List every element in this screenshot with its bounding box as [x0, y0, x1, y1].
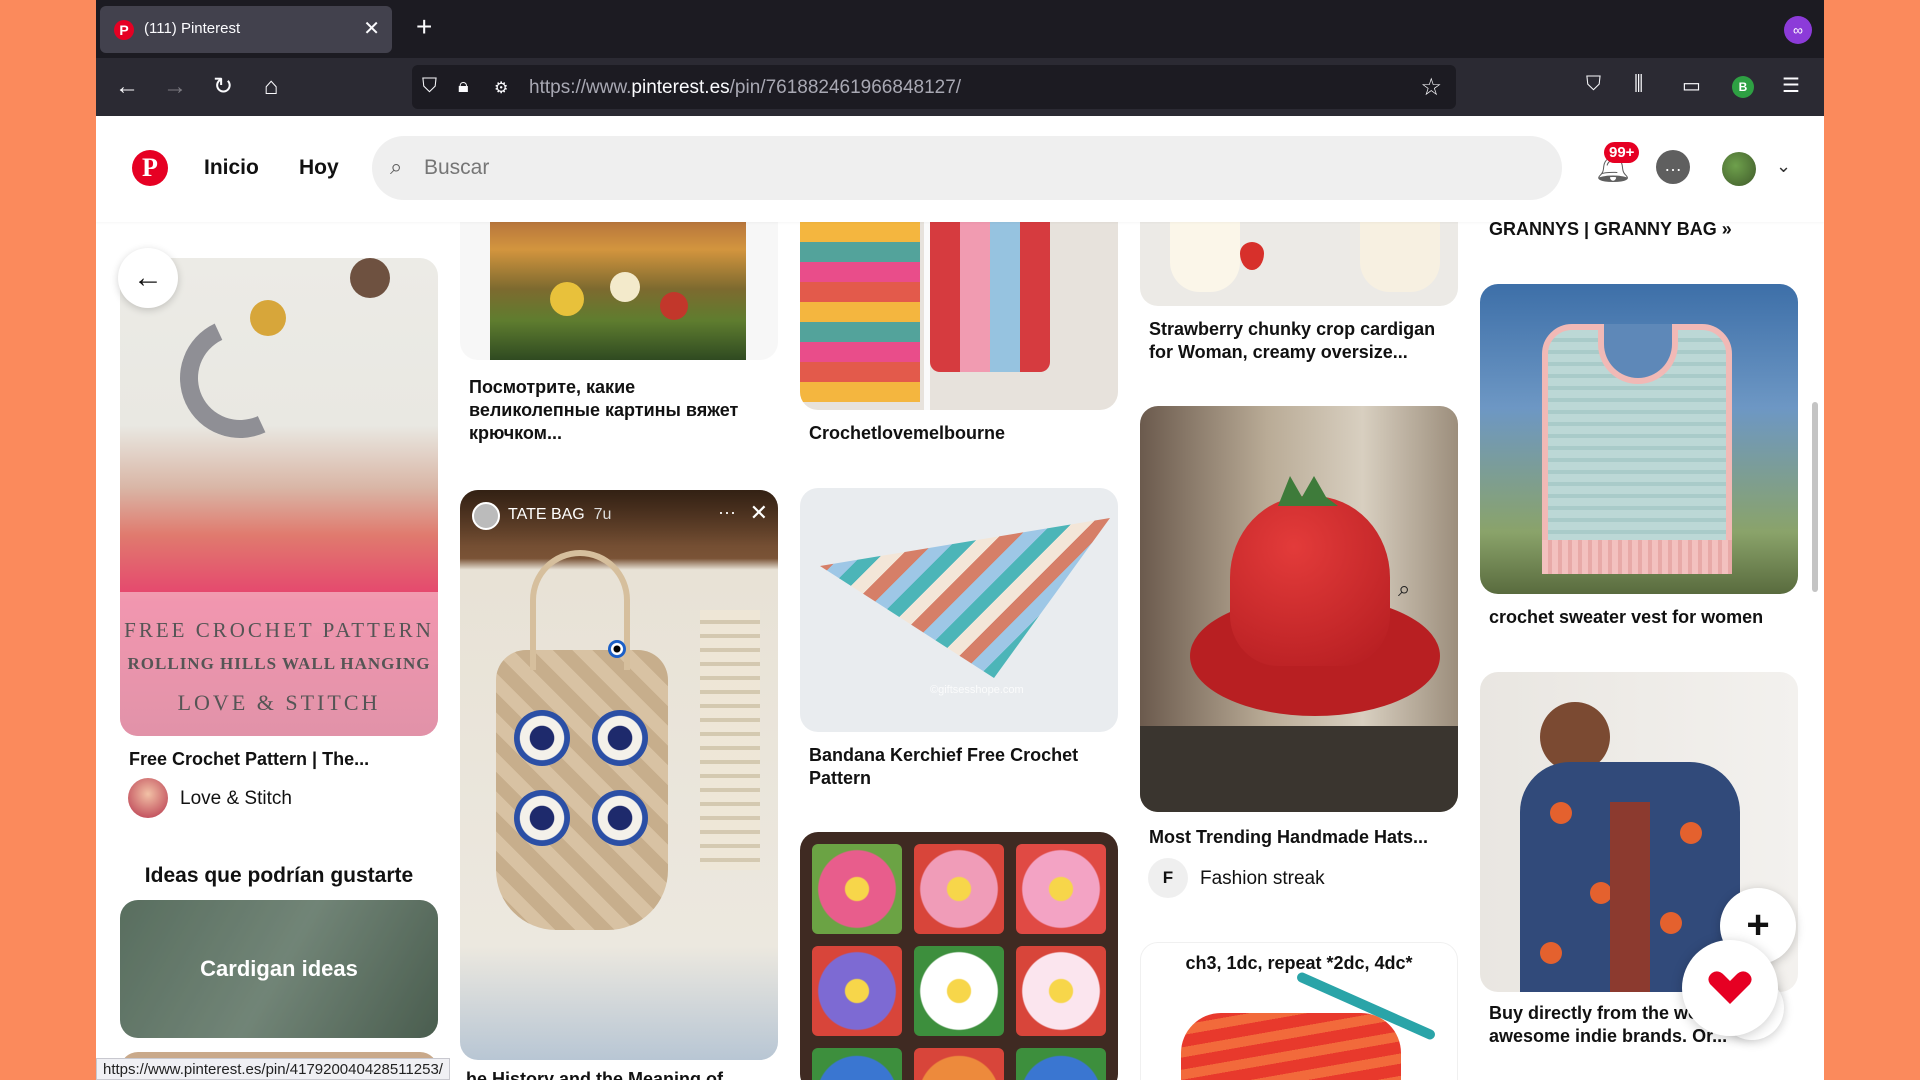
- close-icon[interactable]: ✕: [750, 500, 768, 526]
- wind-chime: [700, 610, 760, 870]
- browser-window: P (111) Pinterest ✕ + ∞ ← → ↻ ⌂ ⛉ 🔒︎ ⚙ h…: [96, 0, 1824, 1080]
- evil-eye-charm: [608, 640, 626, 658]
- user-avatar[interactable]: [1722, 152, 1756, 186]
- creator-name[interactable]: Love & Stitch: [180, 788, 292, 810]
- search-bar[interactable]: ⌕: [372, 136, 1562, 200]
- nav-inicio[interactable]: Inicio: [204, 156, 259, 180]
- reload-icon[interactable]: ↻: [206, 70, 240, 104]
- search-input[interactable]: [424, 152, 1524, 184]
- status-bar-url: https://www.pinterest.es/pin/41792004042…: [96, 1058, 450, 1080]
- creator-name[interactable]: Fashion streak: [1200, 868, 1325, 890]
- permissions-icon[interactable]: ⚙: [494, 78, 508, 98]
- tab-bar: P (111) Pinterest ✕ + ∞: [96, 0, 1824, 58]
- shield-icon[interactable]: ⛉: [422, 75, 437, 98]
- tab-title: (111) Pinterest: [144, 20, 241, 37]
- pin-image-embroidery[interactable]: [460, 222, 778, 360]
- pin-image-granny-cardigan[interactable]: [800, 222, 1118, 410]
- close-tab-icon[interactable]: ✕: [363, 16, 380, 41]
- pin-title[interactable]: Most Trending Handmade Hats...: [1149, 826, 1449, 849]
- url-text[interactable]: https://www.pinterest.es/pin/76188246196…: [529, 77, 961, 99]
- account-avatar[interactable]: B: [1732, 76, 1754, 98]
- pinterest-favicon-icon: P: [114, 20, 134, 40]
- heart-logo-icon: [1708, 971, 1752, 1004]
- zoom-lens-icon[interactable]: ⌕: [1398, 576, 1410, 602]
- pocket-icon[interactable]: ⛉: [1586, 73, 1601, 96]
- bag-body: [496, 650, 668, 930]
- pinterest-logo[interactable]: P: [132, 150, 168, 186]
- sun-motif: [250, 300, 286, 336]
- creator-avatar[interactable]: F: [1148, 858, 1188, 898]
- navigation-bar: ← → ↻ ⌂ ⛉ 🔒︎ ⚙ https://www.pinterest.es/…: [96, 58, 1824, 116]
- sidebar-icon[interactable]: ▭: [1682, 73, 1701, 98]
- messages-icon[interactable]: …: [1656, 150, 1690, 184]
- bookmark-star-icon[interactable]: ☆: [1420, 73, 1442, 102]
- ideas-heading: Ideas que podrían gustarte: [144, 864, 414, 887]
- pin-feed: ← FREE CROCHET PATTERN ROLLING HILLS WAL…: [96, 222, 1824, 1080]
- pin-title[interactable]: Strawberry chunky crop cardigan for Woma…: [1149, 318, 1449, 364]
- pinterest-header: P Inicio Hoy ⌕ 🔔︎ 99+ … ⌄: [96, 116, 1824, 222]
- notification-badge: 99+: [1604, 142, 1640, 163]
- pin-title[interactable]: Bandana Kerchief Free Crochet Pattern: [809, 744, 1109, 790]
- pin-story-tate-bag[interactable]: TATE BAG 7u ··· ✕: [460, 490, 778, 1060]
- pin-caption: ch3, 1dc, repeat *2dc, 4dc*: [1185, 953, 1413, 973]
- pinecone-decor: [350, 258, 390, 298]
- pin-image-wall-hanging[interactable]: FREE CROCHET PATTERN ROLLING HILLS WALL …: [120, 258, 438, 736]
- pin-title[interactable]: Посмотрите, какие великолепные картины в…: [469, 376, 769, 445]
- new-tab-button[interactable]: +: [416, 12, 432, 42]
- pin-image-flower-squares[interactable]: [800, 832, 1118, 1080]
- chevron-down-icon[interactable]: ⌄: [1776, 156, 1791, 177]
- forward-icon[interactable]: →: [158, 70, 192, 104]
- pin-title[interactable]: he History and the Meaning of: [466, 1068, 776, 1080]
- menu-icon[interactable]: ☰: [1782, 73, 1800, 98]
- pin-image-sweater-vest[interactable]: [1480, 284, 1798, 594]
- pin-overlay-line: ROLLING HILLS WALL HANGING: [127, 654, 431, 673]
- pin-title[interactable]: Crochetlovemelbourne: [809, 422, 1109, 445]
- pin-image-strawberry-hat[interactable]: ⌕: [1140, 406, 1458, 812]
- creator-avatar[interactable]: [128, 778, 168, 818]
- browser-tab[interactable]: P (111) Pinterest ✕: [100, 6, 392, 53]
- pin-overlay-line: LOVE & STITCH: [177, 690, 381, 715]
- private-browsing-icon: ∞: [1784, 16, 1812, 44]
- idea-card-cardigan[interactable]: Cardigan ideas: [120, 900, 438, 1038]
- more-options-icon[interactable]: ···: [718, 502, 736, 523]
- idea-card-label: Cardigan ideas: [120, 900, 438, 1038]
- library-icon[interactable]: ⫼: [1634, 73, 1643, 96]
- home-icon[interactable]: ⌂: [254, 70, 288, 104]
- nav-hoy[interactable]: Hoy: [299, 156, 339, 180]
- moon-motif: [163, 301, 317, 455]
- vest-body: [1542, 324, 1732, 574]
- pin-title[interactable]: Free Crochet Pattern | The...: [129, 748, 429, 771]
- story-avatar: [472, 502, 500, 530]
- pin-image-stitch-pattern[interactable]: ch3, 1dc, repeat *2dc, 4dc*: [1140, 942, 1458, 1080]
- search-icon: ⌕: [390, 154, 403, 179]
- pin-image-bandana[interactable]: ©giftsesshope.com: [800, 488, 1118, 732]
- recording-badge[interactable]: [1682, 940, 1778, 1036]
- url-bar[interactable]: ⛉ 🔒︎ ⚙ https://www.pinterest.es/pin/7618…: [412, 65, 1456, 109]
- scrollbar[interactable]: [1812, 402, 1818, 592]
- lock-icon[interactable]: 🔒︎: [458, 75, 469, 98]
- pin-title[interactable]: crochet sweater vest for women: [1489, 606, 1789, 629]
- back-icon[interactable]: ←: [110, 70, 144, 104]
- watermark: ©giftsesshope.com: [930, 684, 1024, 696]
- hat-crown: [1230, 496, 1390, 666]
- pin-title[interactable]: GRANNYS | GRANNY BAG »: [1489, 222, 1799, 241]
- story-name: TATE BAG 7u: [508, 506, 612, 523]
- back-arrow-button[interactable]: ←: [118, 248, 178, 308]
- pin-overlay-line: FREE CROCHET PATTERN: [124, 618, 434, 642]
- pin-image-strawberry-cardigan[interactable]: [1140, 222, 1458, 306]
